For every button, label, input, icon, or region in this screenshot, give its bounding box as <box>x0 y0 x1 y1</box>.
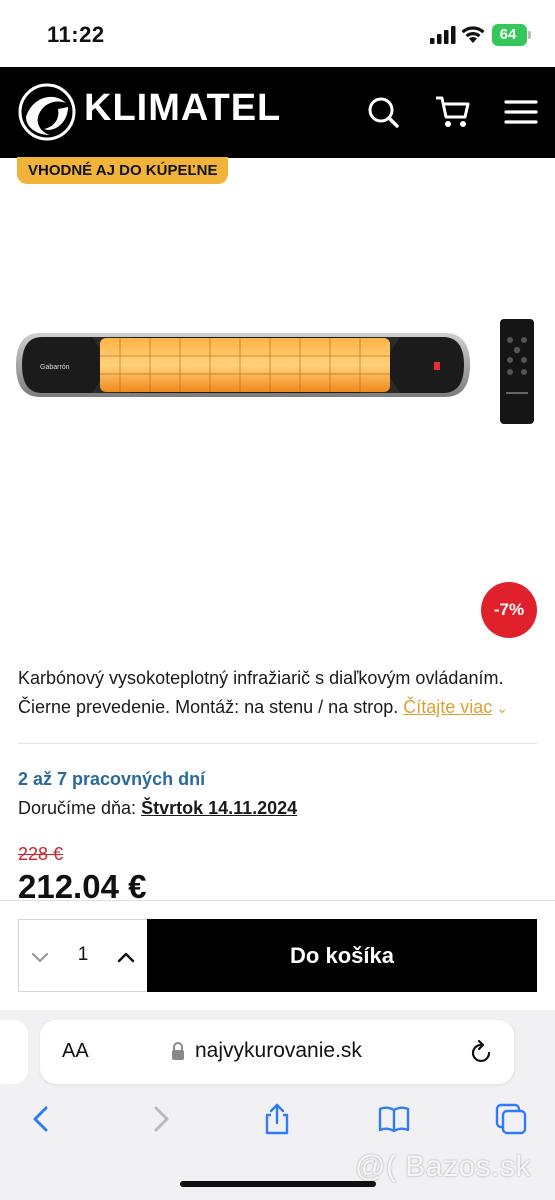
divider <box>18 743 537 744</box>
chevron-down-icon[interactable] <box>29 946 51 968</box>
watermark: @( Bazos.sk <box>355 1150 531 1183</box>
discount-badge: -7% <box>481 582 537 638</box>
klimatel-logo-icon[interactable] <box>18 83 76 141</box>
heater-brand-label: Gabarrón <box>40 364 70 371</box>
cart-icon[interactable] <box>434 93 472 131</box>
site-header: KLIMATEL <box>0 67 555 158</box>
address-bar[interactable]: AA najvykurovanie.sk <box>40 1020 514 1084</box>
battery-percent: 64 <box>499 26 517 43</box>
feature-badge: VHODNÉ AJ DO KÚPEĽNE <box>17 157 229 184</box>
back-icon[interactable] <box>24 1102 58 1136</box>
share-icon[interactable] <box>260 1102 294 1136</box>
home-indicator[interactable] <box>180 1181 376 1187</box>
menu-icon[interactable] <box>502 93 540 131</box>
cellular-signal-icon <box>430 26 456 44</box>
add-to-cart-button[interactable]: Do košíka <box>147 919 537 992</box>
chevron-up-icon[interactable] <box>115 946 137 968</box>
read-more-link[interactable]: Čítajte viac <box>403 697 492 717</box>
wifi-icon <box>461 26 485 43</box>
lock-icon <box>172 1042 184 1060</box>
product-image[interactable]: Gabarrón <box>0 300 555 440</box>
bookmarks-icon[interactable] <box>377 1102 411 1136</box>
add-to-cart-bar: 1 Do košíka <box>0 900 555 1010</box>
forward-icon[interactable] <box>144 1102 178 1136</box>
text-size-button[interactable]: AA <box>62 1040 89 1063</box>
url-text[interactable]: najvykurovanie.sk <box>195 1039 362 1063</box>
old-price: 228 € <box>18 844 64 864</box>
battery-icon: 64 <box>492 24 532 46</box>
delivery-info: Doručíme dňa: Štvrtok 14.11.2024 <box>18 798 297 819</box>
previous-tab-preview[interactable] <box>0 1020 28 1084</box>
tabs-icon[interactable] <box>494 1102 528 1136</box>
search-icon[interactable] <box>364 93 402 131</box>
status-time: 11:22 <box>47 22 105 47</box>
reload-icon[interactable] <box>470 1039 494 1065</box>
quantity-value[interactable]: 1 <box>69 944 97 966</box>
delivery-date: Štvrtok 14.11.2024 <box>141 798 298 818</box>
chevron-down-icon[interactable]: ⌄ <box>496 700 508 716</box>
delivery-label: Doručíme dňa: <box>18 798 137 818</box>
status-bar: 11:22 64 <box>0 0 555 68</box>
quantity-stepper[interactable]: 1 <box>18 919 148 992</box>
product-description: Karbónový vysokoteplotný infražiarič s d… <box>18 664 543 723</box>
description-line: Čierne prevedenie. Montáž: na stenu / na… <box>18 697 399 717</box>
brand-name[interactable]: KLIMATEL <box>84 87 281 130</box>
delivery-days: 2 až 7 pracovných dní <box>18 769 206 789</box>
description-line: Karbónový vysokoteplotný infražiarič s d… <box>18 668 504 688</box>
